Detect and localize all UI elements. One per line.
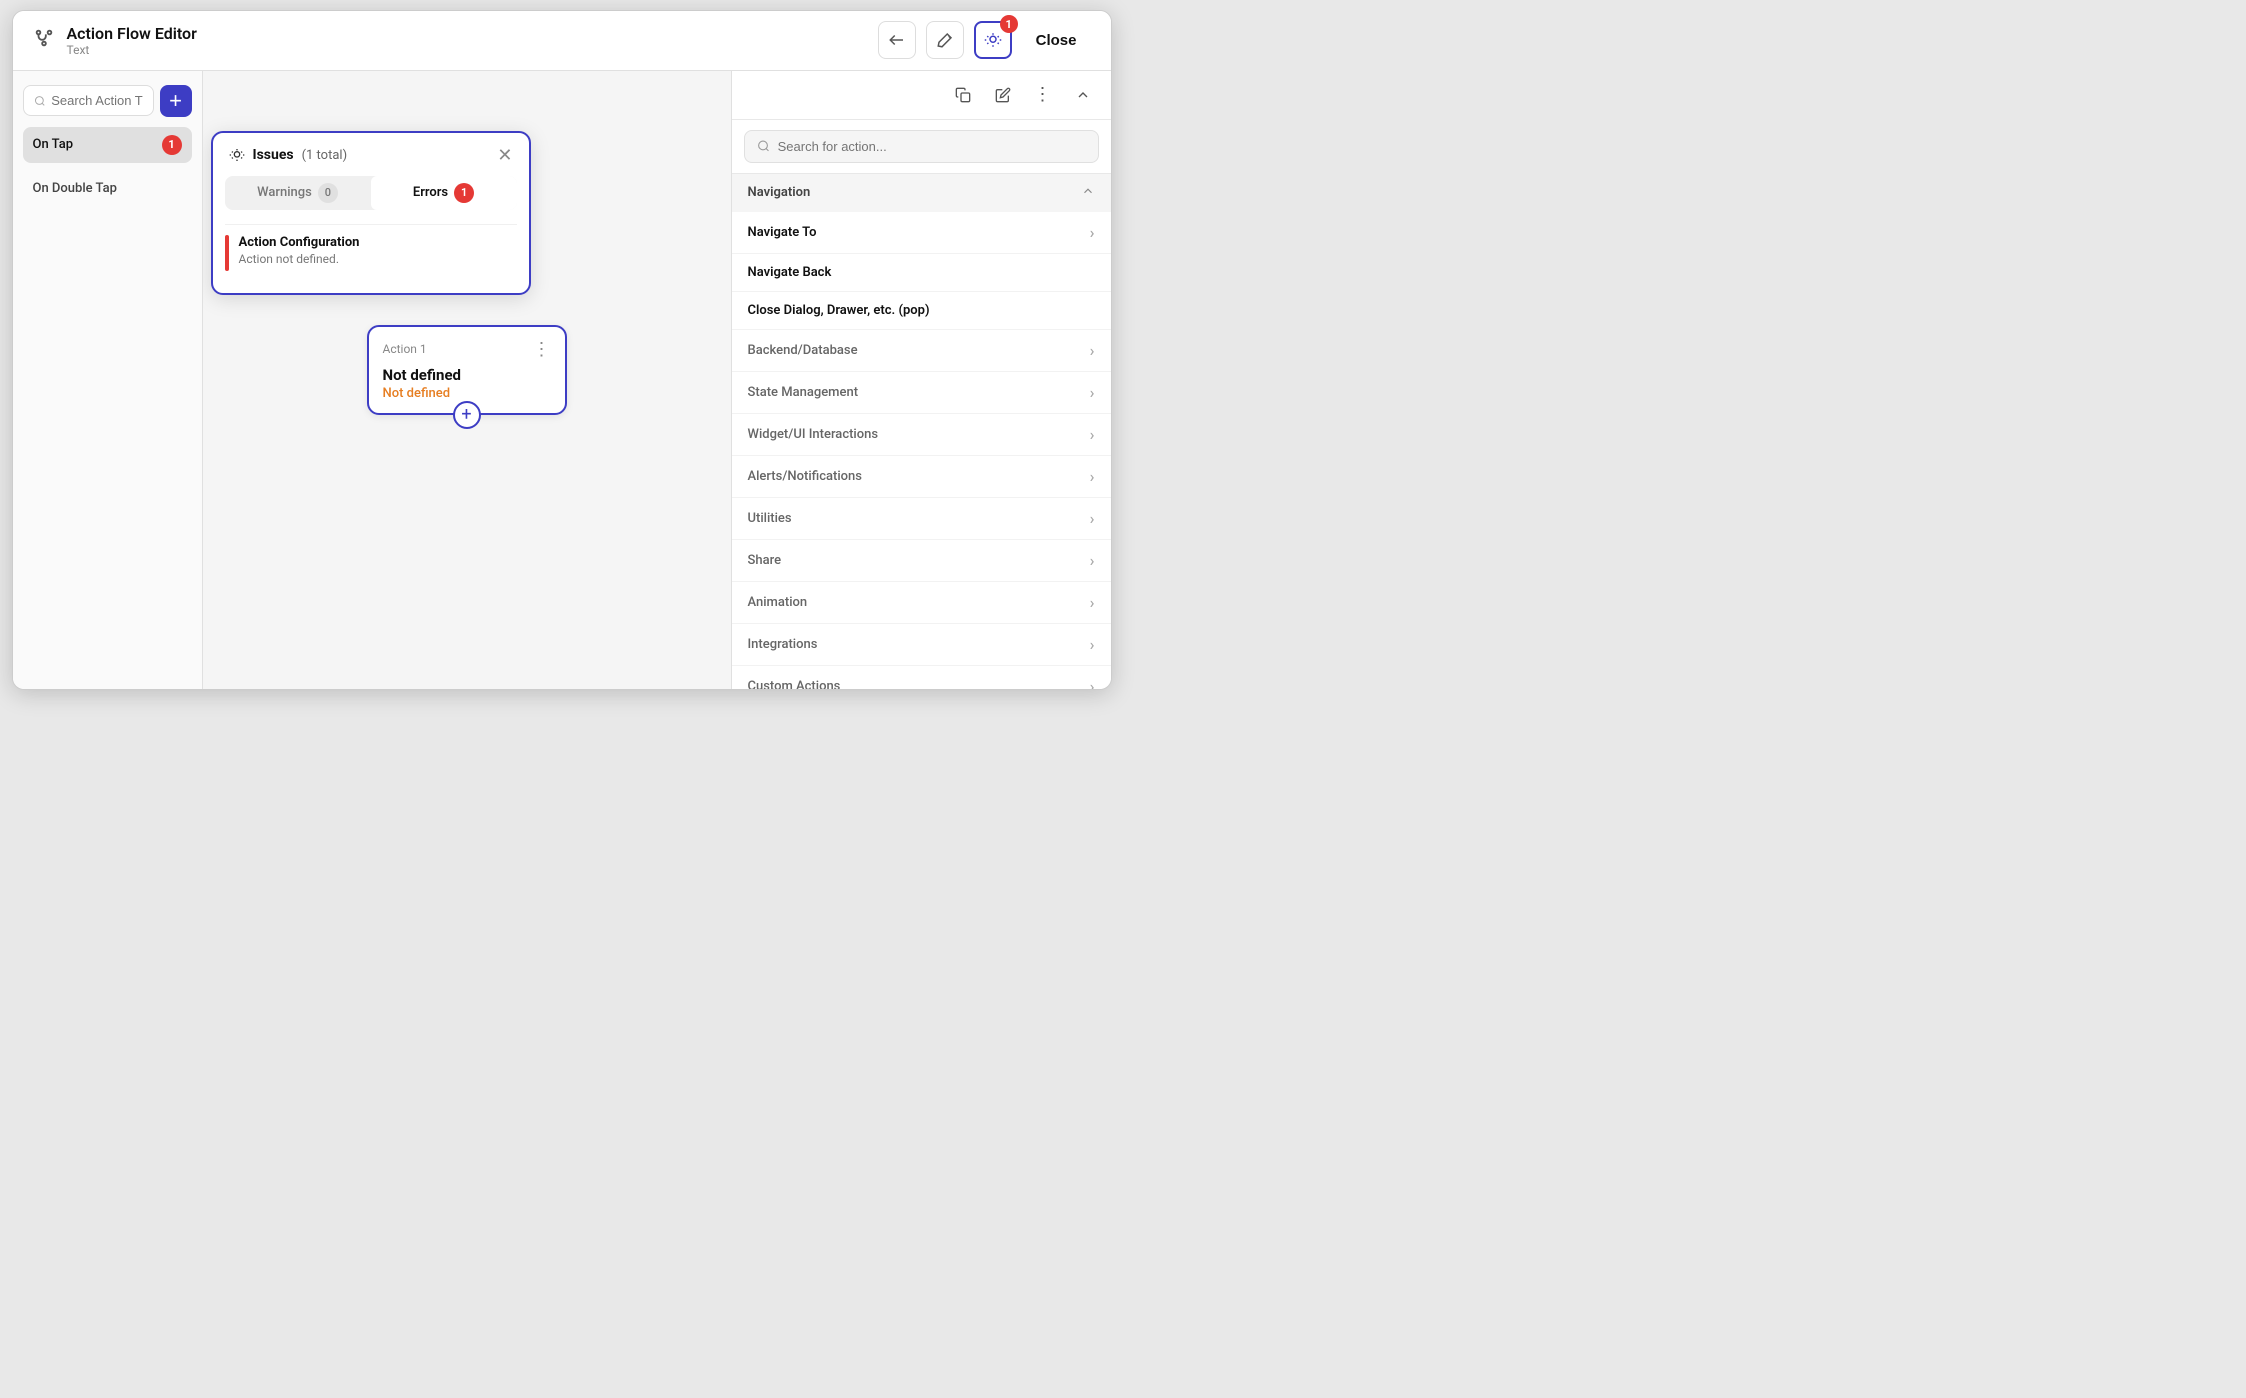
category-backend[interactable]: Backend/Database ›	[732, 330, 1111, 372]
collapse-section-button[interactable]	[1067, 79, 1099, 111]
category-animation-label: Animation	[748, 595, 808, 610]
category-navigation-label: Navigation	[748, 185, 811, 200]
category-navigation[interactable]: Navigation	[732, 174, 1111, 212]
warnings-tab[interactable]: Warnings 0	[225, 176, 371, 210]
search-action-wrapper	[744, 130, 1099, 163]
category-share-label: Share	[748, 553, 782, 568]
action-node-label: Action 1	[383, 342, 427, 356]
right-panel: ⋮ Navigation	[731, 71, 1111, 689]
custom-arrow: ›	[1090, 677, 1095, 689]
state-arrow: ›	[1090, 383, 1095, 402]
add-action-button[interactable]: +	[453, 401, 481, 429]
category-custom[interactable]: Custom Actions ›	[732, 666, 1111, 689]
category-custom-label: Custom Actions	[748, 679, 841, 689]
trigger-item-on-double-tap[interactable]: On Double Tap	[23, 173, 192, 204]
issue-content: Action Configuration Action not defined.	[239, 235, 360, 271]
category-integrations[interactable]: Integrations ›	[732, 624, 1111, 666]
more-options-button[interactable]: ⋮	[1027, 79, 1059, 111]
action-close-dialog[interactable]: Close Dialog, Drawer, etc. (pop)	[732, 292, 1111, 330]
action-navigate-back-label: Navigate Back	[748, 265, 832, 280]
action-node-header: Action 1 ⋮	[383, 339, 551, 360]
action-node-menu[interactable]: ⋮	[533, 339, 551, 360]
category-share[interactable]: Share ›	[732, 540, 1111, 582]
category-animation[interactable]: Animation ›	[732, 582, 1111, 624]
header-left: Action Flow Editor Text	[33, 24, 197, 57]
action-node-subtitle: Not defined	[383, 386, 551, 401]
action-list: Navigation Navigate To › Navigate Back C…	[732, 174, 1111, 689]
search-icon	[34, 94, 46, 108]
app-title: Action Flow Editor	[67, 24, 197, 43]
alerts-arrow: ›	[1090, 467, 1095, 486]
edit-button[interactable]	[987, 79, 1019, 111]
category-utilities[interactable]: Utilities ›	[732, 498, 1111, 540]
header-right: 1 Close	[878, 21, 1091, 59]
search-row: +	[23, 85, 192, 117]
left-panel: + On Tap 1 On Double Tap	[13, 71, 203, 689]
search-action-input[interactable]	[778, 139, 1086, 154]
collapse-button[interactable]	[878, 21, 916, 59]
close-button[interactable]: Close	[1022, 26, 1091, 55]
backend-arrow: ›	[1090, 341, 1095, 360]
search-action-icon	[757, 139, 770, 153]
action-close-dialog-label: Close Dialog, Drawer, etc. (pop)	[748, 303, 930, 318]
wand-button[interactable]	[926, 21, 964, 59]
app-subtitle: Text	[67, 43, 197, 57]
search-wrapper	[23, 85, 154, 116]
issues-total: (1 total)	[302, 148, 348, 163]
right-panel-toolbar: ⋮	[732, 71, 1111, 120]
trigger-badge: 1	[162, 135, 182, 155]
action-navigate-to-label: Navigate To	[748, 225, 817, 240]
add-trigger-button[interactable]: +	[160, 85, 192, 117]
issues-title: Issues (1 total)	[229, 147, 348, 163]
category-state-label: State Management	[748, 385, 859, 400]
category-chevron	[1081, 184, 1095, 202]
issues-tabs: Warnings 0 Errors 1	[225, 176, 517, 210]
errors-count: 1	[454, 183, 474, 203]
errors-tab[interactable]: Errors 1	[371, 176, 517, 210]
action-navigate-to[interactable]: Navigate To ›	[732, 212, 1111, 254]
warnings-count: 0	[318, 183, 338, 203]
trigger-label: On Tap	[33, 137, 74, 152]
issue-item: Action Configuration Action not defined.	[225, 224, 517, 281]
category-backend-label: Backend/Database	[748, 343, 858, 358]
integrations-arrow: ›	[1090, 635, 1095, 654]
utilities-arrow: ›	[1090, 509, 1095, 528]
action-node: Action 1 ⋮ Not defined Not defined +	[367, 325, 567, 415]
copy-button[interactable]	[947, 79, 979, 111]
debug-badge: 1	[1000, 15, 1018, 33]
navigate-to-arrow: ›	[1090, 223, 1095, 242]
animation-arrow: ›	[1090, 593, 1095, 612]
issues-popup: Issues (1 total) ✕ Warnings 0 Errors 1	[211, 131, 531, 295]
issues-header: Issues (1 total) ✕	[213, 133, 529, 176]
category-utilities-label: Utilities	[748, 511, 792, 526]
issues-heading: Issues	[253, 147, 294, 163]
main-body: + On Tap 1 On Double Tap Action 1 ⋮ Not …	[13, 71, 1111, 689]
app-window: Action Flow Editor Text	[12, 10, 1112, 690]
share-arrow: ›	[1090, 551, 1095, 570]
issues-body: Action Configuration Action not defined.	[213, 220, 529, 293]
issue-title: Action Configuration	[239, 235, 360, 250]
widget-arrow: ›	[1090, 425, 1095, 444]
trigger-item-on-tap[interactable]: On Tap 1	[23, 127, 192, 163]
category-alerts[interactable]: Alerts/Notifications ›	[732, 456, 1111, 498]
issues-close-button[interactable]: ✕	[497, 145, 512, 166]
header-title-group: Action Flow Editor Text	[67, 24, 197, 57]
trigger-label: On Double Tap	[33, 181, 117, 196]
category-state[interactable]: State Management ›	[732, 372, 1111, 414]
flow-icon	[33, 27, 55, 54]
bug-icon	[229, 147, 245, 163]
action-navigate-back[interactable]: Navigate Back	[732, 254, 1111, 292]
search-input[interactable]	[51, 93, 142, 108]
issue-severity-bar	[225, 235, 229, 271]
canvas-area: Action 1 ⋮ Not defined Not defined + Iss…	[203, 71, 731, 689]
issue-desc: Action not defined.	[239, 252, 360, 266]
category-integrations-label: Integrations	[748, 637, 818, 652]
category-widget-label: Widget/UI Interactions	[748, 427, 879, 442]
category-alerts-label: Alerts/Notifications	[748, 469, 862, 484]
debug-button-wrapper: 1	[974, 21, 1012, 59]
header: Action Flow Editor Text	[13, 11, 1111, 71]
action-node-title: Not defined	[383, 366, 551, 384]
category-widget[interactable]: Widget/UI Interactions ›	[732, 414, 1111, 456]
search-action-bar	[732, 120, 1111, 174]
